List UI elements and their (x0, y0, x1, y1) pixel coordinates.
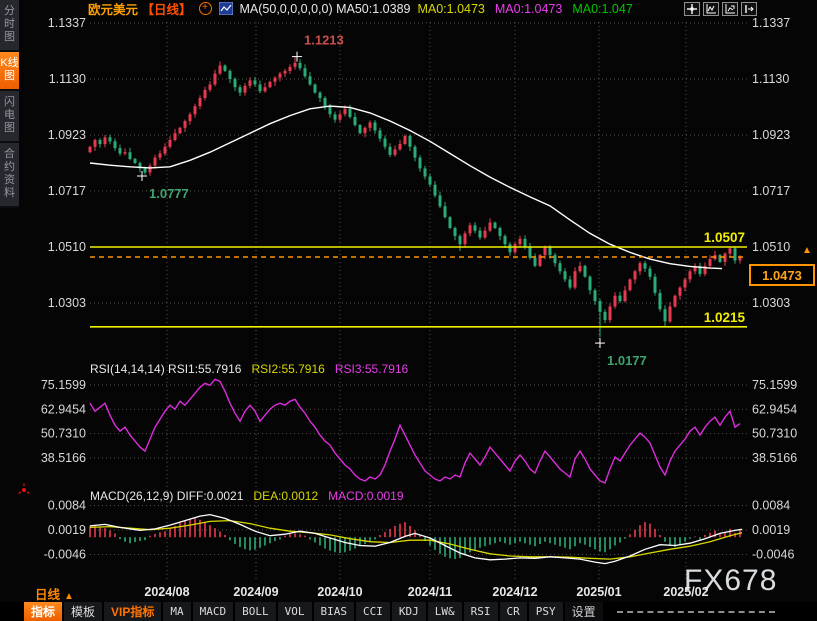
sidebar-item-3[interactable]: 合约资料 (0, 143, 19, 208)
y-axis-label-right: 0.0084 (752, 499, 790, 513)
price-arrow-icon: ▲ (802, 245, 812, 256)
ma-value-2: MA0:1.047 (572, 2, 632, 16)
toolbar-scroll-dashes (617, 611, 775, 613)
period-name: 【日线】 (142, 3, 192, 17)
sidebar-item-2[interactable]: 闪电图 (0, 91, 19, 143)
chart-canvas[interactable]: 1.1337 1.1337 1.1130 1.1130 1.0923 1.0923 1.07… (0, 0, 817, 621)
toolbar-tab-CR[interactable]: CR (500, 602, 527, 621)
y-axis-label-left: 0.0084 (48, 499, 86, 513)
price-annotation: 1.0777 (149, 186, 189, 201)
toolbar-tab-指标[interactable]: 指标 (24, 602, 62, 621)
y-axis-label-right: 75.1599 (752, 378, 797, 392)
toolbar-tab-BOLL[interactable]: BOLL (235, 602, 276, 621)
x-axis-label: 2024/10 (317, 585, 362, 599)
macd-main-label: MACD(26,12,9) DIFF:0.0021 (90, 489, 243, 503)
y-axis-label-right: 1.0510 (752, 240, 790, 254)
y-axis-label-right: 1.0923 (752, 128, 790, 142)
y-axis-label-right: 62.9454 (752, 402, 797, 416)
x-axis-label: 2025/01 (576, 585, 621, 599)
y-axis-label-left: 1.1337 (48, 16, 86, 30)
rsi3-label: RSI3:55.7916 (335, 362, 408, 376)
left-sidebar: 分时图K线图闪电图合约资料 (0, 0, 19, 208)
chart-header: 欧元美元 【日线】 + MA(50,0,0,0,0,0) MA50:1.0389… (88, 1, 643, 16)
ma-value-1: MA0:1.0473 (495, 2, 562, 16)
y-axis-label-left: 0.0019 (48, 523, 86, 537)
toolbar-tab-MA[interactable]: MA (163, 602, 190, 621)
symbol-name: 欧元美元 (88, 3, 138, 17)
x-axis-label: 2024/12 (492, 585, 537, 599)
y-axis-label-right: 1.0303 (752, 296, 790, 310)
sidebar-item-1[interactable]: K线图 (0, 52, 19, 91)
sidebar-item-0[interactable]: 分时图 (0, 0, 19, 52)
y-axis-label-right: 50.7310 (752, 427, 797, 441)
ma-values: MA0:1.0473 MA0:1.0473 MA0:1.047 (417, 2, 642, 16)
y-axis-label-right: -0.0046 (752, 548, 794, 562)
ma-value-0: MA0:1.0473 (417, 2, 484, 16)
toolbar-tab-VOL[interactable]: VOL (278, 602, 312, 621)
x-axis-scale-icon[interactable] (722, 2, 738, 16)
y-axis-label-right: 0.0019 (752, 523, 790, 537)
price-annotation: 1.0177 (607, 353, 647, 368)
circle-plus-icon[interactable]: + (199, 2, 212, 15)
period-selector[interactable]: 日线▲ (35, 584, 74, 603)
y-axis-label-right: 1.1130 (752, 72, 789, 86)
toolbar-tab-MACD[interactable]: MACD (193, 602, 234, 621)
current-price-tag: 1.0473 (749, 264, 815, 286)
x-axis-label: 2025/02 (663, 585, 708, 599)
macd-header: MACD(26,12,9) DIFF:0.0021 DEA:0.0012 MACD:… (90, 489, 404, 503)
y-axis-label-left: -0.0046 (44, 548, 86, 562)
radar-icon[interactable] (17, 483, 31, 497)
rsi2-label: RSI2:55.7916 (251, 362, 324, 376)
toolbar-tab-KDJ[interactable]: KDJ (392, 602, 426, 621)
y-axis-label-left: 1.0923 (48, 128, 86, 142)
chart-toolbar-icons (684, 2, 757, 16)
exit-chart-icon[interactable] (741, 2, 757, 16)
dea-label: DEA:0.0012 (253, 489, 318, 503)
x-axis-label: 2024/09 (233, 585, 278, 599)
y-axis-scale-icon[interactable] (703, 2, 719, 16)
y-axis-label-left: 62.9454 (41, 402, 86, 416)
y-axis-label-left: 1.1130 (49, 72, 86, 86)
toolbar-tab-RSI[interactable]: RSI (464, 602, 498, 621)
symbol-title: 欧元美元 【日线】 (88, 0, 192, 18)
indicator-toolbar: 指标模板VIP指标MAMACDBOLLVOLBIASCCIKDJLW&RSICR… (0, 602, 817, 621)
x-axis-label: 2024/11 (408, 585, 453, 599)
y-axis-label-left: 50.7310 (41, 427, 86, 441)
rsi-header: RSI(14,14,14) RSI1:55.7916 RSI2:55.7916 RS… (90, 362, 408, 376)
toolbar-tab-PSY[interactable]: PSY (529, 602, 563, 621)
level-label: 1.0507 (704, 230, 745, 245)
toolbar-tab-LW&[interactable]: LW& (428, 602, 462, 621)
y-axis-label-left: 38.5166 (41, 451, 86, 465)
y-axis-label-left: 1.0303 (48, 296, 86, 310)
x-axis-label: 2024/08 (144, 585, 189, 599)
y-axis-label-left: 1.0717 (48, 184, 86, 198)
toolbar-tab-VIP指标[interactable]: VIP指标 (104, 602, 161, 621)
ma-settings-label: MA(50,0,0,0,0,0) MA50:1.0389 (240, 2, 411, 16)
toolbar-tab-CCI[interactable]: CCI (356, 602, 390, 621)
indicator-chart-icon[interactable] (219, 2, 233, 15)
macd-value-label: MACD:0.0019 (328, 489, 403, 503)
y-axis-label-right: 1.0717 (752, 184, 790, 198)
price-annotation: 1.1213 (304, 33, 344, 48)
chart-application: 1.1337 1.1337 1.1130 1.1130 1.0923 1.0923 1.07… (0, 0, 817, 621)
y-axis-label-right: 38.5166 (752, 451, 797, 465)
toolbar-tab-设置[interactable]: 设置 (565, 602, 603, 621)
toolbar-tab-BIAS[interactable]: BIAS (314, 602, 355, 621)
y-axis-label-right: 1.1337 (752, 16, 790, 30)
caret-up-icon: ▲ (64, 591, 74, 602)
pan-chart-icon[interactable] (684, 2, 700, 16)
y-axis-label-left: 1.0510 (48, 240, 86, 254)
y-axis-label-left: 75.1599 (41, 378, 86, 392)
rsi-main-label: RSI(14,14,14) RSI1:55.7916 (90, 362, 241, 376)
level-label: 1.0215 (704, 310, 746, 325)
toolbar-tab-模板[interactable]: 模板 (64, 602, 102, 621)
